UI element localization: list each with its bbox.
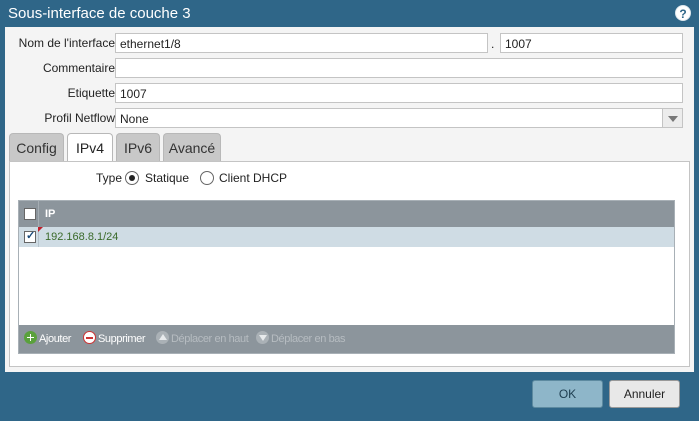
radio-static-label[interactable]: Statique — [145, 171, 189, 185]
interface-name-label: Nom de l'interface — [18, 36, 115, 50]
minus-icon — [83, 331, 96, 344]
column-header-ip[interactable]: IP — [45, 208, 55, 220]
move-down-label: Déplacer en bas — [271, 333, 346, 345]
chevron-down-icon[interactable] — [662, 109, 682, 127]
ipv4-panel: Type Statique Client DHCP IP 192.168.8.1… — [9, 161, 690, 367]
interface-separator: . — [491, 37, 495, 51]
move-down-button[interactable]: Déplacer en bas — [256, 331, 346, 347]
tab-config[interactable]: Config — [9, 133, 64, 161]
cancel-button[interactable]: Annuler — [609, 380, 680, 408]
tag-label: Etiquette — [67, 86, 115, 100]
tab-ipv4[interactable]: IPv4 — [67, 133, 113, 163]
dialog-title: Sous-interface de couche 3 — [8, 5, 191, 22]
comment-label: Commentaire — [42, 61, 115, 75]
interface-name-field[interactable]: ethernet1/8 — [115, 33, 488, 53]
ok-button[interactable]: OK — [532, 380, 603, 408]
delete-label: Supprimer — [98, 333, 146, 345]
header-divider — [38, 201, 39, 227]
netflow-select[interactable]: None — [115, 108, 683, 128]
radio-static[interactable] — [125, 171, 139, 185]
ip-grid: IP 192.168.8.1/24 Ajouter Supprimer Dépl… — [18, 200, 675, 354]
plus-icon — [24, 331, 37, 344]
delete-button[interactable]: Supprimer — [83, 331, 146, 347]
grid-toolbar: Ajouter Supprimer Déplacer en haut Dépla… — [19, 325, 674, 353]
row-ip-value[interactable]: 192.168.8.1/24 — [45, 231, 118, 243]
dialog-body: Nom de l'interface ethernet1/8 . 1007 Co… — [5, 27, 694, 372]
help-icon[interactable]: ? — [675, 5, 691, 21]
radio-dhcp[interactable] — [200, 171, 214, 185]
dialog-titlebar: Sous-interface de couche 3 ? — [0, 0, 699, 27]
modified-marker-icon — [38, 227, 43, 232]
tab-ipv6[interactable]: IPv6 — [116, 133, 160, 161]
arrow-down-icon — [256, 331, 269, 344]
netflow-row: Profil Netflow None — [5, 108, 694, 128]
select-all-checkbox[interactable] — [24, 208, 36, 220]
type-label: Type — [96, 171, 123, 185]
table-row[interactable]: 192.168.8.1/24 — [19, 227, 674, 247]
row-checkbox[interactable] — [24, 229, 36, 243]
tag-row: Etiquette 1007 — [5, 83, 694, 103]
netflow-label: Profil Netflow — [44, 111, 115, 125]
netflow-value: None — [120, 112, 149, 126]
add-button[interactable]: Ajouter — [24, 331, 71, 347]
tab-advanced[interactable]: Avancé — [163, 133, 221, 161]
comment-row: Commentaire — [5, 58, 694, 78]
grid-header: IP — [19, 201, 674, 227]
interface-name-row: Nom de l'interface ethernet1/8 . 1007 — [5, 33, 694, 53]
move-up-label: Déplacer en haut — [171, 333, 249, 345]
move-up-button[interactable]: Déplacer en haut — [156, 331, 249, 347]
radio-dhcp-label[interactable]: Client DHCP — [219, 171, 287, 185]
comment-field[interactable] — [115, 58, 683, 78]
interface-tag-field[interactable]: 1007 — [500, 33, 683, 53]
arrow-up-icon — [156, 331, 169, 344]
add-label: Ajouter — [39, 333, 72, 345]
tag-field[interactable]: 1007 — [115, 83, 683, 103]
